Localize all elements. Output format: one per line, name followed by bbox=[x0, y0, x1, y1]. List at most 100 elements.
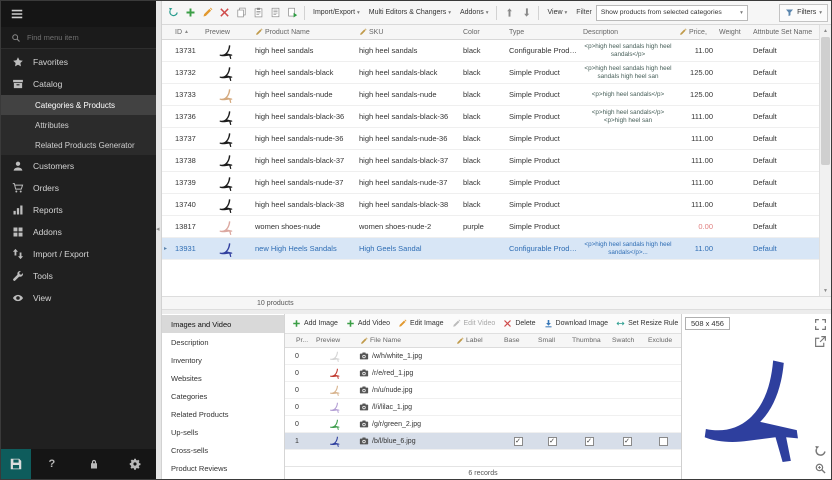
tab-product-reviews[interactable]: Product Reviews bbox=[162, 459, 284, 477]
col-label[interactable]: Label bbox=[453, 337, 501, 345]
checkbox-thumb[interactable] bbox=[585, 437, 594, 446]
col-type[interactable]: Type bbox=[506, 29, 580, 36]
col-weight[interactable]: Weight bbox=[716, 29, 750, 36]
scrollbar-thumb[interactable] bbox=[821, 37, 830, 165]
sidebar-item-categories-products[interactable]: Categories & Products bbox=[1, 95, 156, 115]
category-filter-select[interactable]: Show products from selected categories ▾ bbox=[596, 5, 748, 21]
col-color[interactable]: Color bbox=[460, 29, 506, 36]
tab-related-products[interactable]: Related Products bbox=[162, 405, 284, 423]
checkbox-exclude[interactable] bbox=[659, 437, 668, 446]
col-product-name[interactable]: Product Name bbox=[252, 28, 356, 36]
sidebar-item-view[interactable]: View bbox=[1, 287, 156, 309]
col-preview[interactable]: Preview bbox=[202, 29, 252, 36]
sidebar-item-favorites[interactable]: Favorites bbox=[1, 51, 156, 73]
add-video-button[interactable]: Add Video bbox=[343, 319, 393, 328]
view-menu[interactable]: View▾ bbox=[543, 4, 571, 22]
image-row[interactable]: 0 /l/i/lilac_1.jpg bbox=[285, 399, 681, 416]
tab-inventory[interactable]: Inventory bbox=[162, 351, 284, 369]
button-label: Edit Video bbox=[464, 320, 496, 327]
image-row[interactable]: 0 /n/u/nude.jpg bbox=[285, 382, 681, 399]
settings-button[interactable] bbox=[114, 458, 156, 470]
copy-button[interactable] bbox=[233, 4, 249, 22]
save-button[interactable] bbox=[1, 449, 31, 479]
lock-button[interactable] bbox=[73, 458, 115, 470]
scroll-down-icon[interactable]: ▼ bbox=[820, 285, 831, 296]
image-row[interactable]: 0 /r/e/red_1.jpg bbox=[285, 365, 681, 382]
scroll-up-icon[interactable]: ▲ bbox=[820, 25, 831, 36]
sidebar-item-tools[interactable]: Tools bbox=[1, 265, 156, 287]
help-button[interactable]: ? bbox=[31, 458, 73, 470]
product-row[interactable]: ▸ 13931 new High Heels Sandals High Geel… bbox=[162, 238, 831, 260]
col-swatch[interactable]: Swatch bbox=[609, 337, 645, 344]
export-button[interactable] bbox=[284, 4, 300, 22]
import-export-menu[interactable]: Import/Export▾ bbox=[309, 4, 364, 22]
col-preview[interactable]: Preview bbox=[313, 337, 357, 344]
checkbox-base[interactable] bbox=[514, 437, 523, 446]
sidebar-item-import-export[interactable]: Import / Export bbox=[1, 243, 156, 265]
multi-editors-menu[interactable]: Multi Editors & Changers▾ bbox=[365, 4, 455, 22]
product-row[interactable]: 13740 high heel sandals-black-38 high he… bbox=[162, 194, 831, 216]
product-row[interactable]: 13817 women shoes-nude women shoes-nude-… bbox=[162, 216, 831, 238]
col-attribute-set[interactable]: Attribute Set Name bbox=[750, 29, 819, 36]
sidebar-item-catalog[interactable]: Catalog bbox=[1, 73, 156, 95]
tab-up-sells[interactable]: Up-sells bbox=[162, 423, 284, 441]
edit-image-button[interactable]: Edit Image bbox=[395, 319, 446, 328]
col-thumbnail[interactable]: Thumbna bbox=[569, 337, 609, 344]
col-sku[interactable]: SKU bbox=[356, 28, 460, 36]
image-row[interactable]: 0 /w/h/white_1.jpg bbox=[285, 348, 681, 365]
col-exclude[interactable]: Exclude bbox=[645, 337, 681, 344]
sidebar-item-related-products-generator[interactable]: Related Products Generator bbox=[1, 135, 156, 155]
product-row[interactable]: 13733 high heel sandals-nude high heel s… bbox=[162, 84, 831, 106]
col-base[interactable]: Base bbox=[501, 337, 535, 344]
tab-categories[interactable]: Categories bbox=[162, 387, 284, 405]
set-resize-rule-button[interactable]: Set Resize Rule ▾ bbox=[613, 319, 687, 328]
edit-button[interactable] bbox=[199, 4, 215, 22]
addons-menu[interactable]: Addons▾ bbox=[456, 4, 493, 22]
tab-websites[interactable]: Websites bbox=[162, 369, 284, 387]
product-row[interactable]: 13732 high heel sandals-black high heel … bbox=[162, 62, 831, 84]
download-image-button[interactable]: Download Image bbox=[541, 319, 612, 328]
row-expander[interactable]: ▸ bbox=[162, 245, 172, 252]
product-row[interactable]: 13738 high heel sandals-black-37 high he… bbox=[162, 150, 831, 172]
product-row[interactable]: 13737 high heel sandals-nude-36 high hee… bbox=[162, 128, 831, 150]
product-row[interactable]: 13739 high heel sandals-nude-37 high hee… bbox=[162, 172, 831, 194]
delete-button[interactable] bbox=[216, 4, 232, 22]
product-row[interactable]: 13736 high heel sandals-black-36 high he… bbox=[162, 106, 831, 128]
delete-button[interactable]: Delete bbox=[500, 319, 538, 328]
sidebar-item-addons[interactable]: Addons bbox=[1, 221, 156, 243]
image-row[interactable]: 1 /b/l/blue_6.jpg bbox=[285, 433, 681, 450]
edit-video-button[interactable]: Edit Video bbox=[449, 319, 499, 328]
col-file-name[interactable]: File Name bbox=[357, 337, 453, 345]
col-price[interactable]: Price, bbox=[676, 28, 716, 36]
checkbox-small[interactable] bbox=[548, 437, 557, 446]
col-small[interactable]: Small bbox=[535, 337, 569, 344]
sidebar-item-orders[interactable]: Orders bbox=[1, 177, 156, 199]
product-row[interactable]: 13731 high heel sandals high heel sandal… bbox=[162, 40, 831, 62]
open-external-icon[interactable] bbox=[814, 335, 827, 348]
checkbox-swatch[interactable] bbox=[623, 437, 632, 446]
sidebar-item-customers[interactable]: Customers bbox=[1, 155, 156, 177]
fullscreen-icon[interactable] bbox=[814, 318, 827, 331]
add-button[interactable] bbox=[182, 4, 198, 22]
image-row[interactable]: 0 /g/r/green_2.jpg bbox=[285, 416, 681, 433]
paste-button[interactable] bbox=[250, 4, 266, 22]
zoom-icon[interactable] bbox=[814, 462, 827, 475]
sheet-button[interactable] bbox=[267, 4, 283, 22]
rotate-icon[interactable] bbox=[814, 445, 827, 458]
add-image-button[interactable]: Add Image bbox=[289, 319, 341, 328]
tab-description[interactable]: Description bbox=[162, 333, 284, 351]
col-position[interactable]: Pr... bbox=[293, 337, 313, 344]
sort-descending-button[interactable] bbox=[518, 4, 534, 22]
sidebar-item-attributes[interactable]: Attributes bbox=[1, 115, 156, 135]
sidebar-item-reports[interactable]: Reports bbox=[1, 199, 156, 221]
tab-images-and-video[interactable]: Images and Video bbox=[162, 315, 284, 333]
menu-icon[interactable] bbox=[10, 7, 24, 21]
filters-button[interactable]: Filters ▾ bbox=[779, 4, 828, 22]
col-description[interactable]: Description bbox=[580, 29, 676, 36]
tab-cross-sells[interactable]: Cross-sells bbox=[162, 441, 284, 459]
vertical-scrollbar[interactable]: ▲ ▼ bbox=[819, 25, 831, 296]
sidebar-search[interactable]: Find menu item bbox=[1, 27, 156, 49]
col-id[interactable]: ID▲ bbox=[172, 29, 202, 36]
sort-ascending-button[interactable] bbox=[501, 4, 517, 22]
refresh-button[interactable] bbox=[165, 4, 181, 22]
